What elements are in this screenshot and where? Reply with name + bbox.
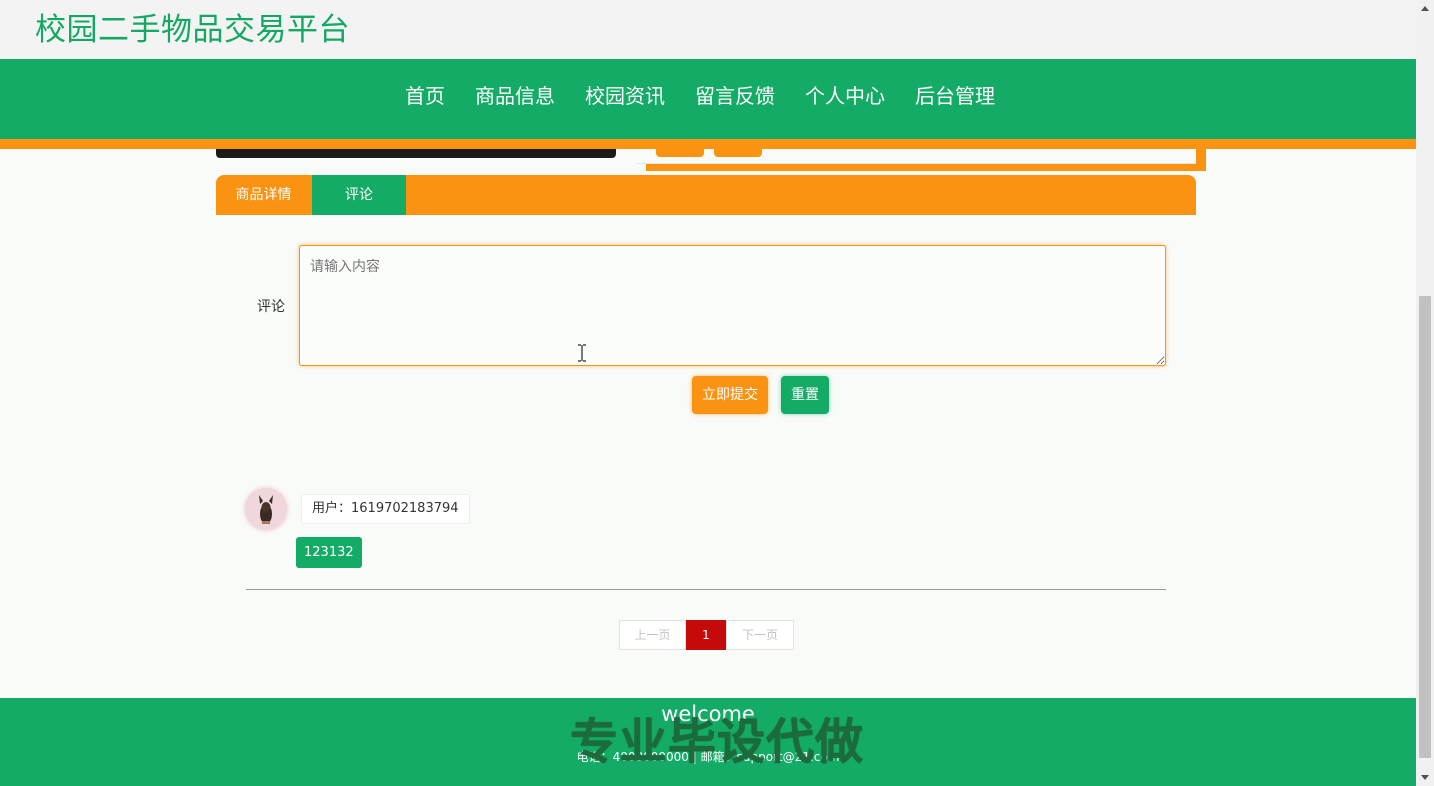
submit-button[interactable]: 立即提交 xyxy=(692,376,768,414)
comment-username: 用户：1619702183794 xyxy=(301,494,470,524)
comment-divider xyxy=(246,589,1166,590)
reset-button[interactable]: 重置 xyxy=(781,376,829,414)
product-image-edge xyxy=(216,149,616,158)
tab-comments[interactable]: 评论 xyxy=(312,175,406,215)
pagination: 上一页 1 下一页 xyxy=(619,620,794,650)
comment-label: 评论 xyxy=(257,299,285,315)
nav-item-feedback[interactable]: 留言反馈 xyxy=(695,83,775,109)
avatar xyxy=(245,488,287,530)
site-title: 校园二手物品交易平台 xyxy=(35,12,350,48)
dog-avatar-icon xyxy=(259,495,273,524)
scroll-down-arrow-icon[interactable] xyxy=(1416,769,1434,786)
nav-item-admin[interactable]: 后台管理 xyxy=(915,83,995,109)
product-info-box-edge xyxy=(646,149,1206,171)
scrollbar-thumb[interactable] xyxy=(1419,296,1431,758)
page-number-current[interactable]: 1 xyxy=(686,620,726,650)
tab-product-detail[interactable]: 商品详情 xyxy=(216,175,311,215)
divider xyxy=(636,163,1196,164)
prev-page-button[interactable]: 上一页 xyxy=(619,620,686,650)
page: 校园二手物品交易平台 首页 商品信息 校园资讯 留言反馈 个人中心 后台管理 商… xyxy=(0,0,1416,786)
nav-item-profile[interactable]: 个人中心 xyxy=(805,83,885,109)
comment-textarea[interactable] xyxy=(299,245,1166,366)
main-nav: 首页 商品信息 校园资讯 留言反馈 个人中心 后台管理 xyxy=(0,59,1416,149)
watermark-text: 专业毕设代做 xyxy=(570,714,865,770)
nav-item-home[interactable]: 首页 xyxy=(405,83,445,109)
comment-content: 123132 xyxy=(296,537,362,568)
detail-tabs: 商品详情 评论 xyxy=(216,175,1196,215)
scroll-up-arrow-icon[interactable] xyxy=(1416,0,1434,17)
nav-items: 首页 商品信息 校园资讯 留言反馈 个人中心 后台管理 xyxy=(405,83,995,109)
top-header: 校园二手物品交易平台 xyxy=(0,0,1416,59)
nav-item-news[interactable]: 校园资讯 xyxy=(585,83,665,109)
nav-item-products[interactable]: 商品信息 xyxy=(475,83,555,109)
vertical-scrollbar[interactable] xyxy=(1416,0,1434,786)
next-page-button[interactable]: 下一页 xyxy=(726,620,794,650)
text-cursor-icon xyxy=(578,344,586,362)
